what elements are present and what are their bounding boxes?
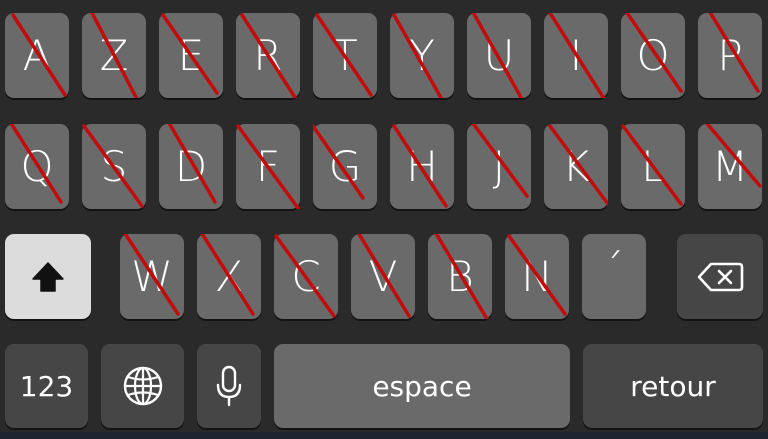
key-label: A bbox=[22, 31, 52, 80]
numbers-key-label: 123 bbox=[19, 369, 74, 403]
delete-key[interactable] bbox=[677, 234, 763, 319]
key-w[interactable]: W bbox=[120, 234, 184, 319]
return-key-label: retour bbox=[630, 369, 716, 403]
key-label: K bbox=[562, 142, 590, 191]
key-label: S bbox=[100, 142, 128, 191]
key-label: ´ bbox=[603, 245, 625, 294]
key-m[interactable]: M bbox=[698, 124, 762, 209]
key-label: V bbox=[368, 252, 398, 301]
key-label: F bbox=[255, 142, 281, 191]
shift-arrow-icon bbox=[30, 260, 66, 294]
key-label: H bbox=[406, 142, 438, 191]
key-label: U bbox=[483, 31, 515, 80]
key-label: W bbox=[131, 252, 173, 301]
key-label: E bbox=[177, 31, 205, 80]
key-a[interactable]: A bbox=[5, 13, 69, 98]
key-k[interactable]: K bbox=[544, 124, 608, 209]
key-label: J bbox=[492, 142, 506, 191]
key-g[interactable]: G bbox=[313, 124, 377, 209]
virtual-keyboard: A Z E R T Y U I O P Q S D F G H J K L M … bbox=[0, 0, 768, 439]
key-label: M bbox=[711, 142, 749, 191]
key-b[interactable]: B bbox=[428, 234, 492, 319]
key-p[interactable]: P bbox=[698, 13, 762, 98]
key-s[interactable]: S bbox=[82, 124, 146, 209]
key-label: N bbox=[521, 252, 553, 301]
microphone-icon bbox=[215, 365, 243, 407]
key-label: C bbox=[291, 252, 321, 301]
space-key[interactable]: espace bbox=[274, 344, 570, 428]
key-r[interactable]: R bbox=[236, 13, 300, 98]
key-t[interactable]: T bbox=[313, 13, 377, 98]
backspace-icon bbox=[696, 261, 744, 293]
key-label: Z bbox=[99, 31, 129, 80]
key-label: T bbox=[332, 31, 358, 80]
numbers-key[interactable]: 123 bbox=[5, 344, 88, 428]
key-o[interactable]: O bbox=[621, 13, 685, 98]
key-h[interactable]: H bbox=[390, 124, 454, 209]
key-label: B bbox=[446, 252, 474, 301]
key-e[interactable]: E bbox=[159, 13, 223, 98]
key-y[interactable]: Y bbox=[390, 13, 454, 98]
return-key[interactable]: retour bbox=[583, 344, 763, 428]
key-d[interactable]: D bbox=[159, 124, 223, 209]
key-i[interactable]: I bbox=[544, 13, 608, 98]
key-label: X bbox=[214, 252, 244, 301]
key-z[interactable]: Z bbox=[82, 13, 146, 98]
key-label: O bbox=[636, 31, 670, 80]
key-label: P bbox=[717, 31, 743, 80]
key-q[interactable]: Q bbox=[5, 124, 69, 209]
key-f[interactable]: F bbox=[236, 124, 300, 209]
key-j[interactable]: J bbox=[467, 124, 531, 209]
dictation-key[interactable] bbox=[197, 344, 261, 428]
key-label: R bbox=[253, 31, 283, 80]
key-label: Q bbox=[20, 142, 54, 191]
globe-icon bbox=[122, 365, 164, 407]
globe-key[interactable] bbox=[101, 344, 184, 428]
key-n[interactable]: N bbox=[505, 234, 569, 319]
key-l[interactable]: L bbox=[621, 124, 685, 209]
key-label: G bbox=[328, 142, 362, 191]
key-label: Y bbox=[409, 31, 435, 80]
key-label: D bbox=[174, 142, 208, 191]
key-label: I bbox=[569, 31, 583, 80]
key-c[interactable]: C bbox=[274, 234, 338, 319]
space-key-label: espace bbox=[372, 369, 472, 403]
key-u[interactable]: U bbox=[467, 13, 531, 98]
shift-key[interactable] bbox=[5, 234, 91, 319]
bottom-edge bbox=[0, 432, 768, 439]
key-label: L bbox=[641, 142, 665, 191]
key-x[interactable]: X bbox=[197, 234, 261, 319]
key-v[interactable]: V bbox=[351, 234, 415, 319]
key-acute-accent[interactable]: ´ bbox=[582, 234, 646, 319]
